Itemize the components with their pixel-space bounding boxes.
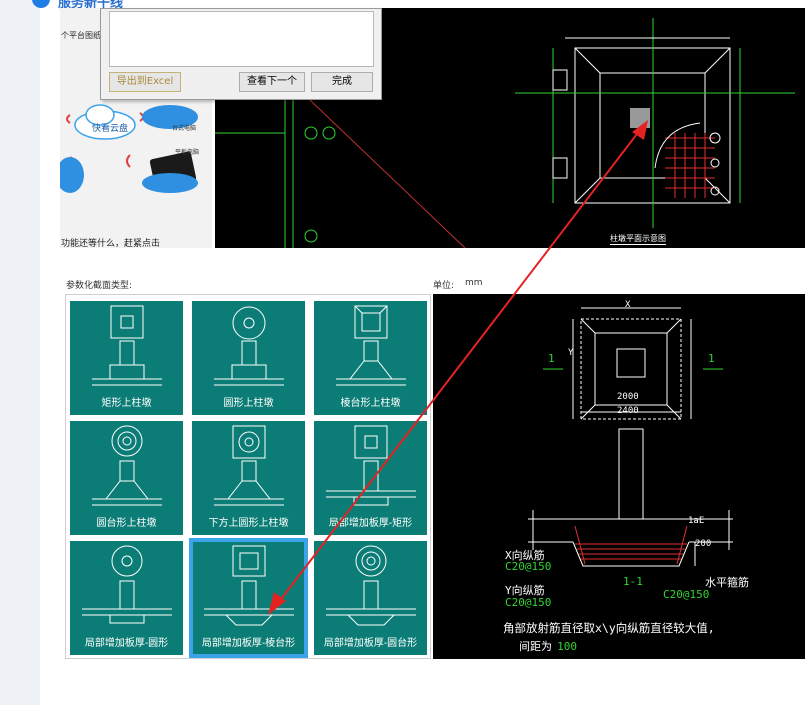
screenshot-root: 服务新干线 个平台图纸 功能还等什么，赶紧点击 快看云盘 台式电脑 平板电脑 柱… (0, 0, 805, 705)
annotation-arrow-icon (268, 120, 648, 615)
